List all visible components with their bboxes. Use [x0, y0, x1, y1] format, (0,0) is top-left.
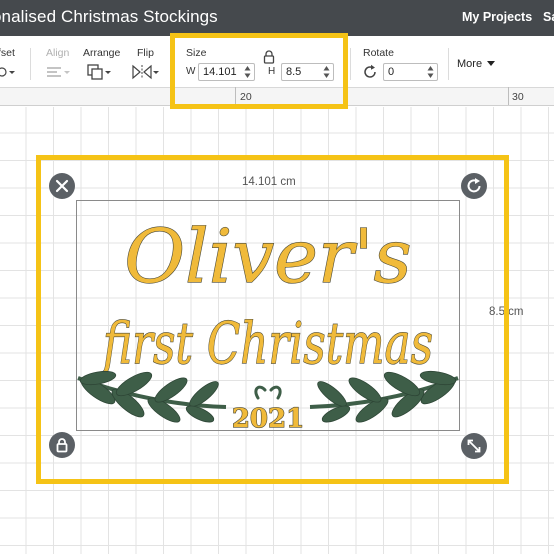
caret-down-icon: [487, 61, 496, 66]
toolbar-divider: [350, 48, 351, 80]
ruler-mark: [508, 87, 509, 105]
rotate-stepper-icon[interactable]: [427, 65, 434, 79]
more-label: More: [457, 58, 483, 70]
offset-icon[interactable]: [0, 64, 16, 80]
project-title: onalised Christmas Stockings: [0, 7, 218, 26]
offset-label: fset: [0, 47, 15, 59]
flip-icon[interactable]: [131, 64, 161, 80]
title-bar: onalised Christmas Stockings My Projects…: [0, 0, 554, 36]
save-button[interactable]: Sa: [543, 10, 554, 24]
toolbar-divider: [30, 48, 31, 80]
arrange-icon[interactable]: [87, 64, 115, 80]
rotate-value: 0: [388, 66, 395, 78]
rotate-label: Rotate: [363, 47, 394, 59]
selection-highlight-box: [36, 155, 509, 484]
align-icon[interactable]: [46, 64, 72, 80]
rotate-input[interactable]: 0: [383, 63, 438, 81]
size-highlight-box: [170, 33, 348, 109]
more-menu-button[interactable]: More: [457, 58, 496, 70]
rotate-tool-icon[interactable]: [362, 64, 378, 80]
my-projects-link[interactable]: My Projects: [462, 10, 532, 24]
arrange-label: Arrange: [83, 47, 121, 59]
ruler-tick-30: 30: [512, 91, 524, 103]
toolbar-divider: [448, 48, 449, 80]
flip-label: Flip: [137, 47, 154, 59]
align-label: Align: [46, 47, 70, 59]
